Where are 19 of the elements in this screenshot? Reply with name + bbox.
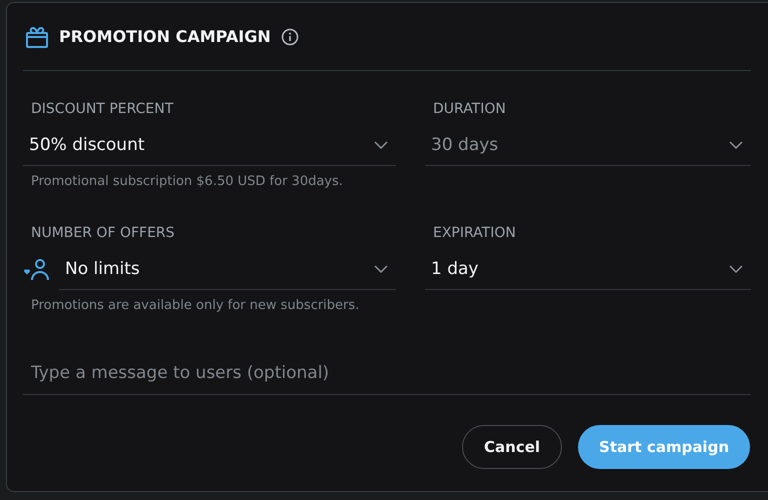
chevron-icon [374, 265, 388, 273]
dialog-title: PROMOTION CAMPAIGN [59, 27, 271, 46]
chevron-icon [729, 141, 743, 149]
user-heart-icon [23, 258, 51, 282]
chevron-icon [729, 265, 743, 273]
dropdown[interactable]: No limits [59, 249, 396, 290]
gift-icon [25, 24, 49, 48]
info-icon [280, 28, 299, 46]
cancel-button[interactable]: Cancel [462, 425, 562, 469]
field-label: NUMBER OF OFFERS [30, 225, 176, 243]
hint-text: Promotions are available only for new subscribers. [30, 297, 360, 313]
field-label: DISCOUNT PERCENT [30, 101, 174, 119]
field-label: DURATION [432, 101, 507, 119]
dropdown[interactable]: 50% discount [23, 125, 396, 166]
message-field[interactable]: Type a message to users (optional) [23, 351, 751, 395]
dropdown[interactable]: 1 day [425, 249, 751, 290]
chevron-icon [374, 141, 388, 149]
hint-text: Promotional subscription $6.50 USD for 30days. [30, 173, 344, 189]
field-label: EXPIRATION [432, 225, 517, 243]
